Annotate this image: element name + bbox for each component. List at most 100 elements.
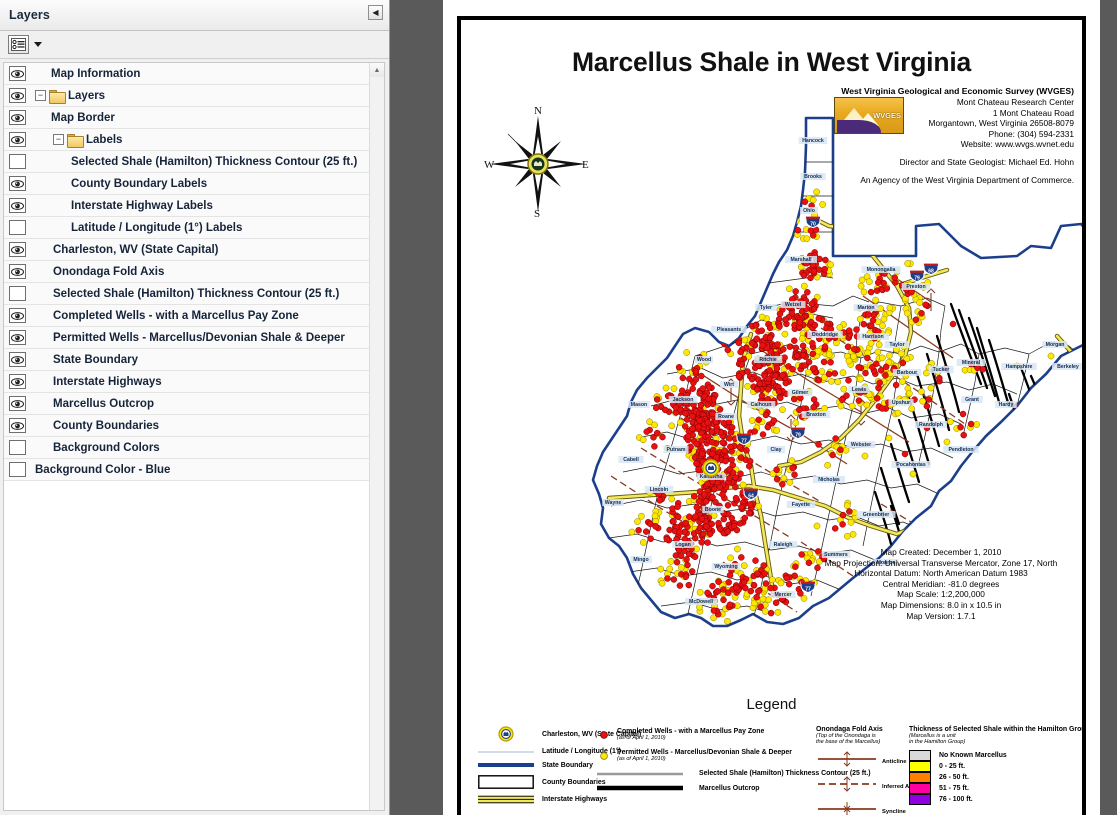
svg-text:Lewis: Lewis xyxy=(852,387,867,393)
expander-collapse-icon[interactable]: − xyxy=(53,134,64,145)
county-label: Braxton xyxy=(801,411,831,418)
visibility-eye-icon[interactable] xyxy=(9,330,26,345)
visibility-eye-icon[interactable] xyxy=(9,110,26,125)
layer-row[interactable]: − Labels xyxy=(4,129,369,151)
layer-row[interactable]: Map Border xyxy=(4,107,369,129)
list-options-icon[interactable] xyxy=(8,35,29,54)
expander-collapse-icon[interactable]: − xyxy=(35,90,46,101)
svg-text:Mercer: Mercer xyxy=(774,592,791,598)
layer-label: Permitted Wells - Marcellus/Devonian Sha… xyxy=(53,331,345,344)
layer-row[interactable]: Map Information xyxy=(4,63,369,85)
county-label: Mingo xyxy=(630,556,652,563)
visibility-unchecked-icon[interactable] xyxy=(9,440,26,455)
visibility-eye-icon[interactable] xyxy=(9,88,26,103)
county-label: Mineral xyxy=(956,359,986,366)
layer-label: County Boundary Labels xyxy=(71,177,208,190)
visibility-eye-icon[interactable] xyxy=(9,176,26,191)
svg-text:Hampshire: Hampshire xyxy=(1006,364,1033,370)
layer-row[interactable]: Selected Shale (Hamilton) Thickness Cont… xyxy=(4,283,369,305)
map-viewer[interactable]: Marcellus Shale in West Virginia N S W E… xyxy=(391,0,1117,815)
legend-item: Permitted Wells - Marcellus/Devonian Sha… xyxy=(597,749,837,762)
thickness-label: 76 - 100 ft. xyxy=(939,796,973,803)
county-label: Greenbrier xyxy=(856,511,896,518)
scroll-up-icon[interactable]: ▲ xyxy=(370,63,384,77)
svg-text:Doddridge: Doddridge xyxy=(812,332,838,338)
layer-row[interactable]: Selected Shale (Hamilton) Thickness Cont… xyxy=(4,151,369,173)
county-label: Tyler xyxy=(755,304,777,311)
state-boundary-line xyxy=(475,761,537,769)
layer-list-scrollbar[interactable]: ▲ xyxy=(369,63,384,810)
layer-row[interactable]: Background Color - Blue xyxy=(4,459,369,481)
svg-text:Jackson: Jackson xyxy=(673,397,694,403)
visibility-eye-icon[interactable] xyxy=(9,418,26,433)
svg-text:Berkeley: Berkeley xyxy=(1057,364,1079,370)
layer-row[interactable]: Interstate Highways xyxy=(4,371,369,393)
layer-row[interactable]: − Layers xyxy=(4,85,369,107)
layer-row[interactable]: County Boundaries xyxy=(4,415,369,437)
layer-row[interactable]: Background Colors xyxy=(4,437,369,459)
svg-text:Tyler: Tyler xyxy=(760,305,772,311)
chevron-down-icon[interactable] xyxy=(34,42,42,47)
visibility-eye-icon[interactable] xyxy=(9,66,26,81)
layer-label: Latitude / Longitude (1°) Labels xyxy=(71,221,243,234)
county-label: Marshall xyxy=(785,256,817,263)
svg-text:Mason: Mason xyxy=(631,402,647,408)
svg-text:Brooks: Brooks xyxy=(804,174,822,180)
layer-label: Map Border xyxy=(51,111,115,124)
county-label: Grant xyxy=(961,396,983,403)
layer-list[interactable]: Map Information − Layers Map Border − Labels S… xyxy=(4,63,369,810)
collapse-left-icon[interactable]: ◀ xyxy=(368,5,383,20)
legend: Charleston, WV (State Capital) Latitude /… xyxy=(471,726,1082,815)
svg-text:Pendleton: Pendleton xyxy=(948,447,973,453)
visibility-eye-icon[interactable] xyxy=(9,198,26,213)
visibility-eye-icon[interactable] xyxy=(9,396,26,411)
county-label: Calhoun xyxy=(746,401,776,408)
county-label: McDowell xyxy=(685,598,717,605)
county-label: Webster xyxy=(846,441,876,448)
county-label: Tucker xyxy=(928,366,954,373)
svg-text:Ohio: Ohio xyxy=(803,208,815,214)
county-label: Morgan xyxy=(1042,341,1068,348)
visibility-unchecked-icon[interactable] xyxy=(9,154,26,169)
county-label: Randolph xyxy=(915,421,947,428)
svg-text:Grant: Grant xyxy=(965,397,979,403)
layer-row[interactable]: Interstate Highway Labels xyxy=(4,195,369,217)
county-label: Lincoln xyxy=(644,486,674,493)
county-label: Nicholas xyxy=(813,476,845,483)
layer-label: Charleston, WV (State Capital) xyxy=(53,243,219,256)
thickness-label: No Known Marcellus xyxy=(939,752,1007,759)
svg-text:Marshall: Marshall xyxy=(790,257,812,263)
legend-item-sublabel: (as of April 1, 2010) xyxy=(617,756,666,762)
layer-row[interactable]: Onondaga Fold Axis xyxy=(4,261,369,283)
svg-text:Hardy: Hardy xyxy=(999,402,1014,408)
visibility-unchecked-icon[interactable] xyxy=(9,462,26,477)
visibility-eye-icon[interactable] xyxy=(9,132,26,147)
visibility-eye-icon[interactable] xyxy=(9,308,26,323)
thickness-swatch xyxy=(909,783,931,794)
visibility-eye-icon[interactable] xyxy=(9,264,26,279)
layer-row[interactable]: Completed Wells - with a Marcellus Pay Z… xyxy=(4,305,369,327)
legend-item: Selected Shale (Hamilton) Thickness Cont… xyxy=(597,770,871,777)
visibility-eye-icon[interactable] xyxy=(9,352,26,367)
visibility-eye-icon[interactable] xyxy=(9,374,26,389)
svg-text:Wirt: Wirt xyxy=(724,382,734,388)
layer-row[interactable]: County Boundary Labels xyxy=(4,173,369,195)
layer-row[interactable]: Permitted Wells - Marcellus/Devonian Sha… xyxy=(4,327,369,349)
svg-text:68: 68 xyxy=(928,268,934,274)
visibility-unchecked-icon[interactable] xyxy=(9,286,26,301)
county-label: Harrison xyxy=(857,333,889,340)
svg-text:Wood: Wood xyxy=(697,357,711,363)
county-label: Hampshire xyxy=(1001,363,1037,370)
layer-row[interactable]: Marcellus Outcrop xyxy=(4,393,369,415)
visibility-eye-icon[interactable] xyxy=(9,242,26,257)
layer-row[interactable]: Latitude / Longitude (1°) Labels xyxy=(4,217,369,239)
svg-text:Harrison: Harrison xyxy=(862,334,883,340)
county-label: Mason xyxy=(628,401,650,408)
thickness-sub2: in the Hamilton Group) xyxy=(909,739,966,745)
county-label: Wood xyxy=(695,356,713,363)
svg-text:McDowell: McDowell xyxy=(689,599,713,605)
layer-row[interactable]: Charleston, WV (State Capital) xyxy=(4,239,369,261)
visibility-unchecked-icon[interactable] xyxy=(9,220,26,235)
layer-row[interactable]: State Boundary xyxy=(4,349,369,371)
gray-line xyxy=(597,771,693,777)
